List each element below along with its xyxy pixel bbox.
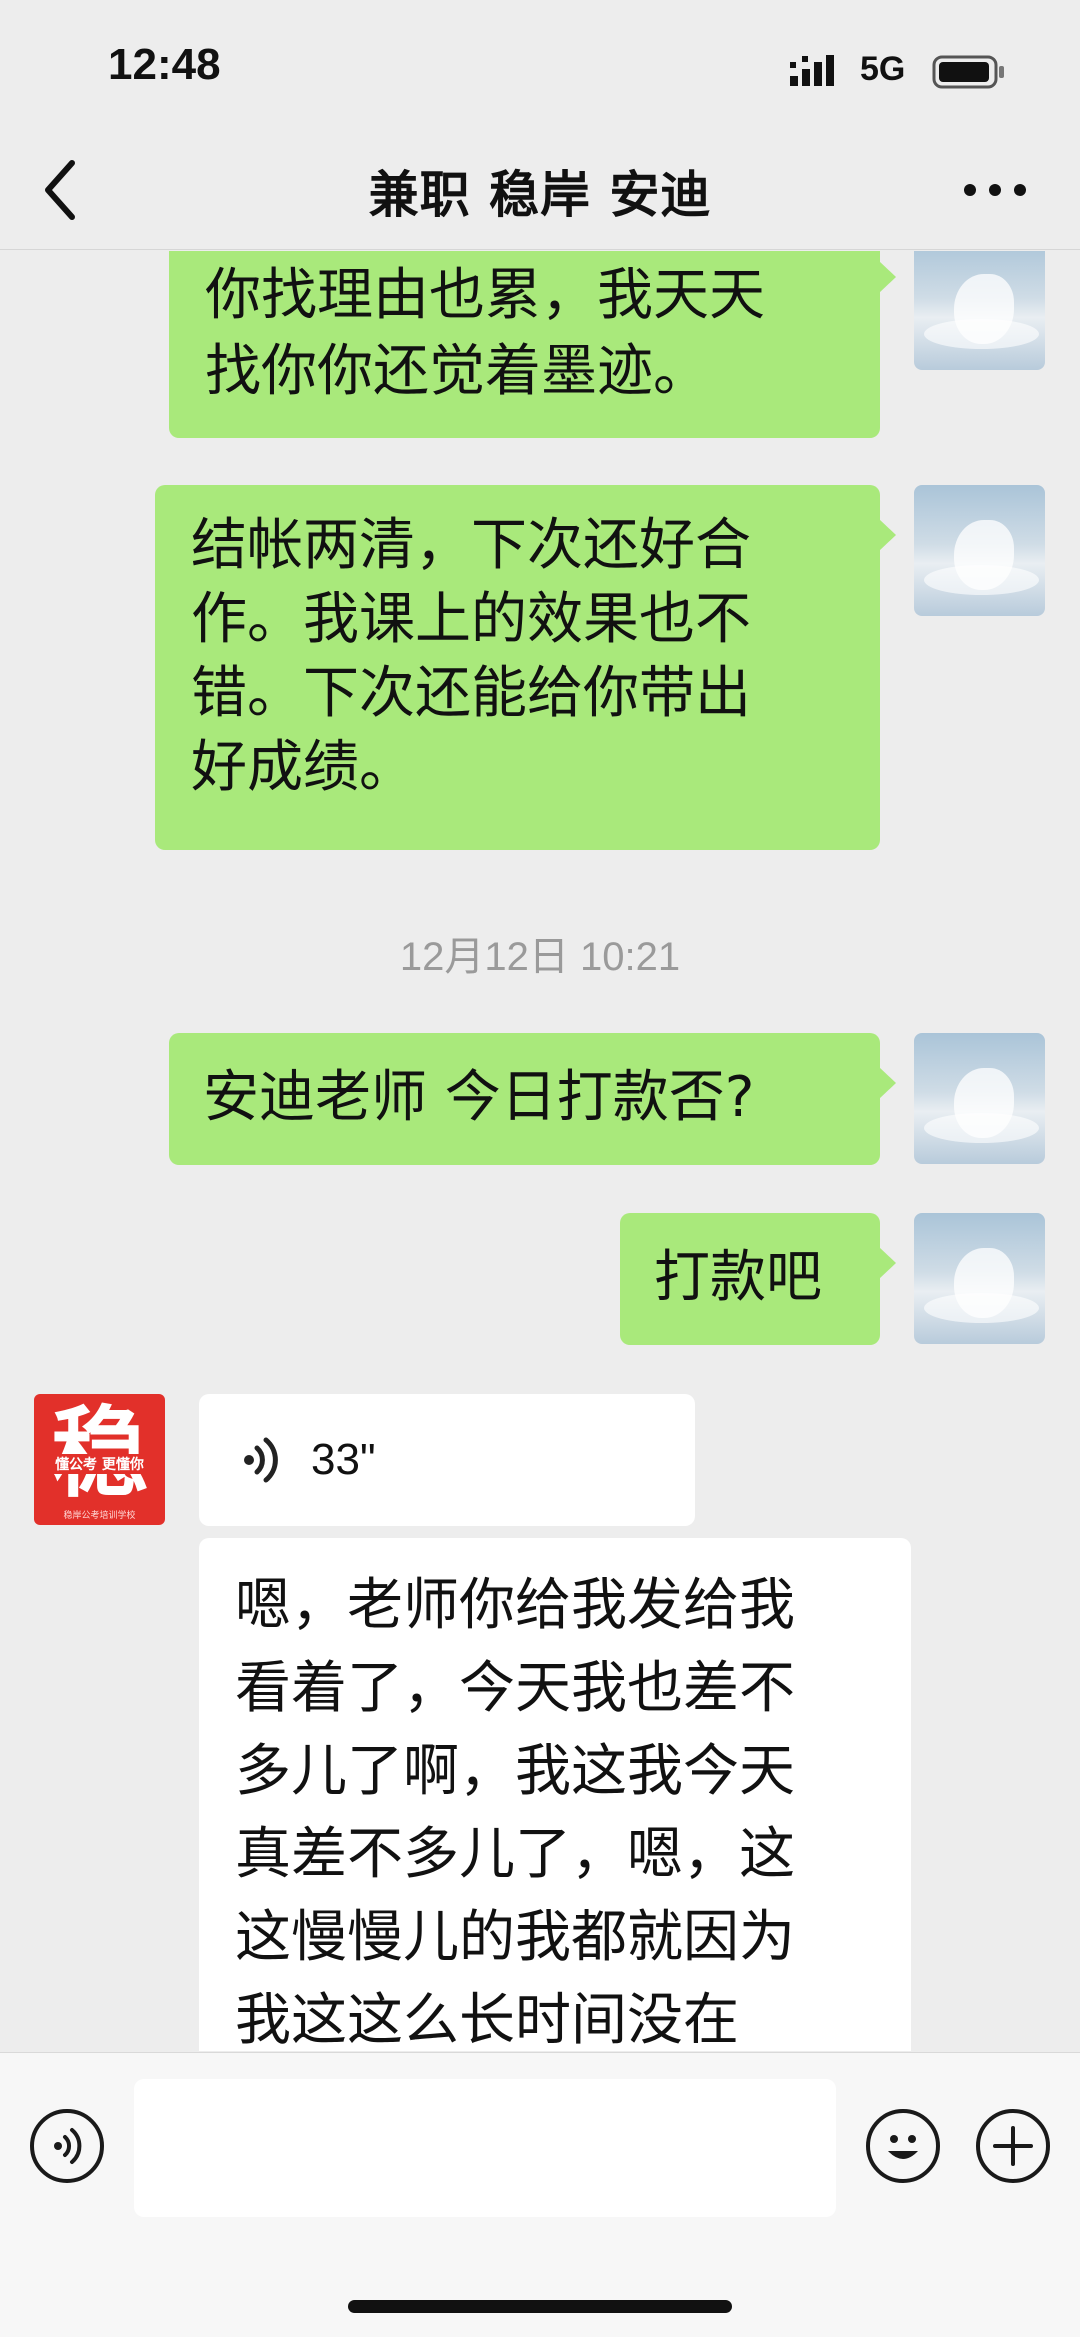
transcript-line: 嗯，老师你给我发给我 [235, 1573, 795, 1638]
chat-title: 兼职 稳岸 安迪 [368, 166, 712, 224]
add-icon [993, 2126, 1033, 2166]
message-text: 作。我课上的效果也不 [191, 587, 751, 652]
battery-icon [932, 55, 1004, 89]
chat-area[interactable]: 你找理由也累，我天天 找你你还觉着墨迹。 结帐两清，下次还好合 作。我课上的效果… [0, 251, 1080, 2051]
message-input[interactable] [134, 2079, 836, 2217]
transcript-line: 我这这么长时间没在 [235, 1988, 739, 2051]
message-text: 结帐两清，下次还好合 [191, 513, 751, 578]
emoji-icon [888, 2135, 918, 2159]
transcript-line: 真差不多儿了，嗯，这 [235, 1822, 795, 1887]
voice-input-button[interactable] [30, 2109, 104, 2183]
add-button[interactable] [976, 2109, 1050, 2183]
voice-input-icon [54, 2128, 82, 2164]
voice-duration: 33" [311, 1435, 376, 1484]
back-arrow-icon[interactable] [36, 155, 86, 225]
message-bubble[interactable]: 打款吧 [620, 1213, 896, 1345]
message-text: 你找理由也累，我天天 [205, 263, 765, 328]
avatar-logo-footer: 稳岸公考培训学校 [63, 1511, 136, 1521]
status-time: 12:48 [108, 40, 221, 89]
transcript-line: 多儿了啊，我这我今天 [235, 1739, 795, 1804]
message-bubble[interactable]: 你找理由也累，我天天 找你你还觉着墨迹。 [169, 251, 896, 438]
message-bubble[interactable]: 安迪老师 今日打款否? [169, 1033, 896, 1165]
network-type: 5G [860, 50, 906, 88]
my-avatar[interactable] [914, 485, 1045, 616]
my-avatar[interactable] [914, 1213, 1045, 1344]
home-indicator[interactable] [348, 2300, 732, 2313]
message-timestamp: 12月12日 10:21 [399, 935, 681, 979]
contact-avatar[interactable]: 稳 懂公考 更懂你 稳岸公考培训学校 [34, 1394, 165, 1525]
transcript-line: 看着了，今天我也差不 [235, 1656, 795, 1721]
message-text: 错。下次还能给你带出 [191, 661, 751, 726]
transcript-line: 这慢慢儿的我都就因为 [235, 1905, 795, 1970]
top-bar: 12:48 5G 兼职 稳岸 安迪 [0, 0, 1080, 250]
message-text: 好成绩。 [191, 735, 415, 800]
emoji-button[interactable] [866, 2109, 940, 2183]
message-text: 打款吧 [654, 1245, 822, 1310]
avatar-logo-slogan: 懂公考 更懂你 [44, 1454, 155, 1474]
more-icon[interactable] [960, 178, 1030, 202]
voice-icon [244, 1437, 278, 1483]
my-avatar[interactable] [914, 251, 1045, 370]
signal-icon [790, 55, 834, 86]
input-bar [0, 2052, 1080, 2337]
voice-message[interactable]: 33" [199, 1394, 695, 1526]
message-bubble[interactable]: 结帐两清，下次还好合 作。我课上的效果也不 错。下次还能给你带出 好成绩。 [155, 485, 896, 850]
message-text: 安迪老师 今日打款否? [203, 1065, 755, 1130]
voice-transcript[interactable]: 嗯，老师你给我发给我 看着了，今天我也差不 多儿了啊，我这我今天 真差不多儿了，… [199, 1538, 911, 2051]
my-avatar[interactable] [914, 1033, 1045, 1164]
message-text: 找你你还觉着墨迹。 [205, 339, 709, 404]
